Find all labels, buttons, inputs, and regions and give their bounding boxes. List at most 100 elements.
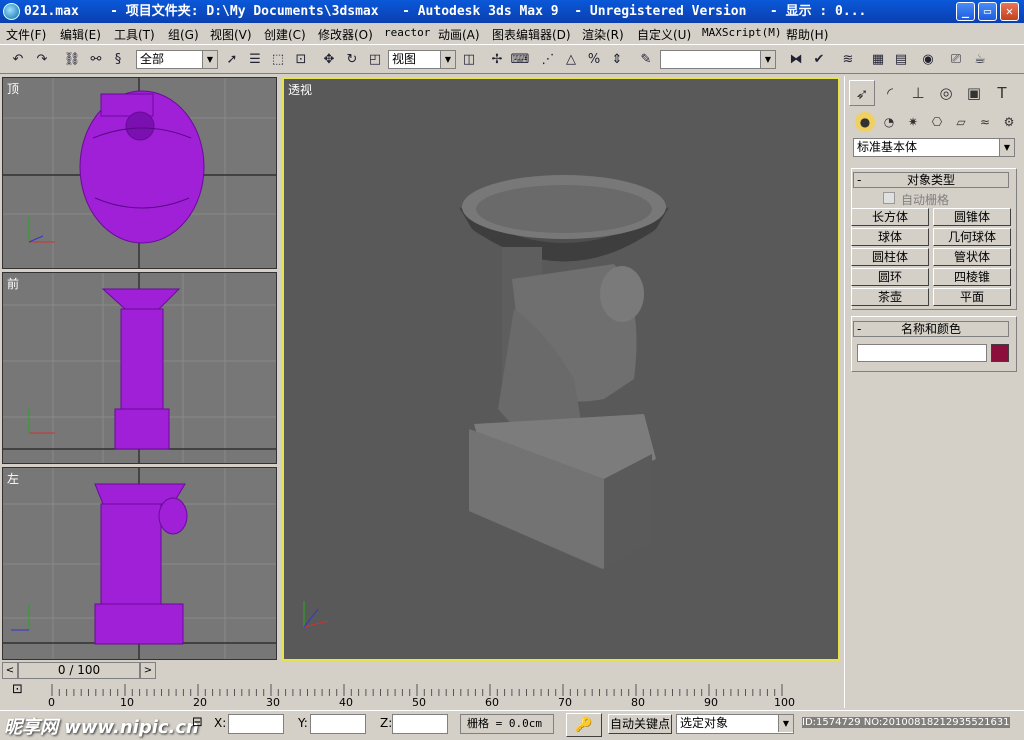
schematic-view-icon[interactable]: ▤ [891, 50, 911, 70]
x-coord-input[interactable] [228, 714, 284, 734]
object-name-input[interactable] [857, 344, 987, 362]
menu-tools[interactable]: 工具(T) [114, 26, 155, 43]
spinner-snap-icon[interactable]: ⇕ [607, 50, 627, 70]
cylinder-button[interactable]: 圆柱体 [851, 248, 929, 266]
helpers-subtab-icon[interactable]: ▱ [951, 112, 971, 132]
mirror-icon[interactable]: ⧓ [786, 50, 806, 70]
menu-graph-editors[interactable]: 图表编辑器(D) [492, 26, 571, 43]
link-icon[interactable]: ⛓ [62, 50, 82, 70]
menu-rendering[interactable]: 渲染(R) [582, 26, 624, 43]
rect-selection-icon[interactable]: ⬚ [268, 50, 288, 70]
utilities-tab-icon[interactable]: T [989, 80, 1015, 106]
menu-edit[interactable]: 编辑(E) [60, 26, 101, 43]
viewport-front[interactable]: 前 [2, 272, 277, 464]
box-button[interactable]: 长方体 [851, 208, 929, 226]
display-tab-icon[interactable]: ▣ [961, 80, 987, 106]
spacewarps-subtab-icon[interactable]: ≈ [975, 112, 995, 132]
set-key-icon[interactable]: 🔑 [566, 713, 602, 737]
next-frame-button[interactable]: > [140, 662, 156, 679]
sphere-button[interactable]: 球体 [851, 228, 929, 246]
render-scene-icon[interactable]: ⎚ [946, 50, 966, 70]
percent-snap-icon[interactable]: % [584, 50, 604, 70]
cameras-subtab-icon[interactable]: ⎔ [927, 112, 947, 132]
menu-create[interactable]: 创建(C) [264, 26, 306, 43]
teapot-button[interactable]: 茶壶 [851, 288, 929, 306]
torus-button[interactable]: 圆环 [851, 268, 929, 286]
named-selection-dropdown[interactable]: ▼ [660, 50, 776, 69]
tube-button[interactable]: 管状体 [933, 248, 1011, 266]
undo-icon[interactable]: ↶ [8, 50, 28, 70]
object-type-header[interactable]: - 对象类型 [853, 172, 1009, 188]
align-icon[interactable]: ✔ [809, 50, 829, 70]
geometry-subtab-icon[interactable]: ● [855, 112, 875, 132]
menu-customize[interactable]: 自定义(U) [637, 26, 691, 43]
name-color-header[interactable]: - 名称和颜色 [853, 321, 1009, 337]
scale-icon[interactable]: ◰ [365, 50, 385, 70]
viewport-label-top[interactable]: 顶 [7, 80, 19, 97]
bind-spacewarp-icon[interactable]: § [108, 50, 128, 70]
lights-subtab-icon[interactable]: ✷ [903, 112, 923, 132]
object-color-swatch[interactable] [991, 344, 1009, 362]
move-icon[interactable]: ✥ [319, 50, 339, 70]
select-object-icon[interactable]: ➚ [222, 50, 242, 70]
viewport-label-front[interactable]: 前 [7, 275, 19, 292]
ref-coord-dropdown[interactable]: 视图 ▼ [388, 50, 456, 69]
geosphere-button[interactable]: 几何球体 [933, 228, 1011, 246]
viewport-top[interactable]: 顶 [2, 77, 277, 269]
key-filter-dropdown[interactable]: 选定对象 ▼ [676, 714, 794, 734]
menu-file[interactable]: 文件(F) [6, 26, 46, 43]
redo-icon[interactable]: ↷ [32, 50, 52, 70]
cone-button[interactable]: 圆锥体 [933, 208, 1011, 226]
material-editor-icon[interactable]: ◉ [918, 50, 938, 70]
autogrid-checkbox[interactable] [883, 192, 895, 204]
menu-reactor[interactable]: reactor [384, 26, 430, 39]
quick-render-icon[interactable]: ☕ [970, 50, 990, 70]
track-bar[interactable]: ⊡ 0 10 20 30 40 50 60 70 80 90 100 [0, 680, 844, 710]
minimize-button[interactable]: _ [956, 2, 975, 21]
layer-manager-icon[interactable]: ≋ [838, 50, 858, 70]
prev-frame-button[interactable]: < [2, 662, 18, 679]
category-dropdown[interactable]: 标准基本体 ▼ [853, 138, 1015, 157]
edit-named-selection-icon[interactable]: ✎ [636, 50, 656, 70]
menu-maxscript[interactable]: MAXScript(M) [702, 26, 781, 39]
y-coord-input[interactable] [310, 714, 366, 734]
time-slider[interactable]: 0 / 100 [18, 662, 140, 679]
snap-icon[interactable]: ⋰ [538, 50, 558, 70]
menu-modifiers[interactable]: 修改器(O) [318, 26, 373, 43]
systems-subtab-icon[interactable]: ⚙ [999, 112, 1019, 132]
pyramid-button[interactable]: 四棱锥 [933, 268, 1011, 286]
viewport-left[interactable]: 左 [2, 467, 277, 660]
lock-selection-icon[interactable]: ⊟ [192, 715, 203, 730]
menu-group[interactable]: 组(G) [168, 26, 199, 43]
viewport-label-left[interactable]: 左 [7, 470, 19, 487]
tick-label: 10 [120, 696, 134, 709]
menu-animation[interactable]: 动画(A) [438, 26, 480, 43]
curve-editor-icon[interactable]: ▦ [868, 50, 888, 70]
z-coord-input[interactable] [392, 714, 448, 734]
window-crossing-icon[interactable]: ⊡ [291, 50, 311, 70]
viewport-perspective[interactable]: 透视 [282, 77, 840, 661]
close-button[interactable]: ✕ [1000, 2, 1019, 21]
plane-button[interactable]: 平面 [933, 288, 1011, 306]
shapes-subtab-icon[interactable]: ◔ [879, 112, 899, 132]
top-view-grid [3, 78, 276, 268]
motion-tab-icon[interactable]: ◎ [933, 80, 959, 106]
select-manipulate-icon[interactable]: ✢ [487, 50, 507, 70]
menu-view[interactable]: 视图(V) [210, 26, 252, 43]
menu-help[interactable]: 帮助(H) [786, 26, 828, 43]
angle-snap-icon[interactable]: △ [561, 50, 581, 70]
selection-filter-dropdown[interactable]: 全部 ▼ [136, 50, 218, 69]
mini-curve-editor-icon[interactable]: ⊡ [12, 682, 23, 697]
rotate-icon[interactable]: ↻ [342, 50, 362, 70]
select-by-name-icon[interactable]: ☰ [245, 50, 265, 70]
unlink-icon[interactable]: ⚯ [86, 50, 106, 70]
viewport-label-perspective[interactable]: 透视 [288, 81, 312, 98]
statue-model [459, 175, 669, 569]
hierarchy-tab-icon[interactable]: ⊥ [905, 80, 931, 106]
maximize-button[interactable]: ▭ [978, 2, 997, 21]
keyboard-shortcut-icon[interactable]: ⌨ [510, 50, 530, 70]
create-tab-icon[interactable]: ➶ [849, 80, 875, 106]
modify-tab-icon[interactable]: ◜ [877, 80, 903, 106]
pivot-center-icon[interactable]: ◫ [459, 50, 479, 70]
auto-key-button[interactable]: 自动关键点 [608, 714, 672, 734]
